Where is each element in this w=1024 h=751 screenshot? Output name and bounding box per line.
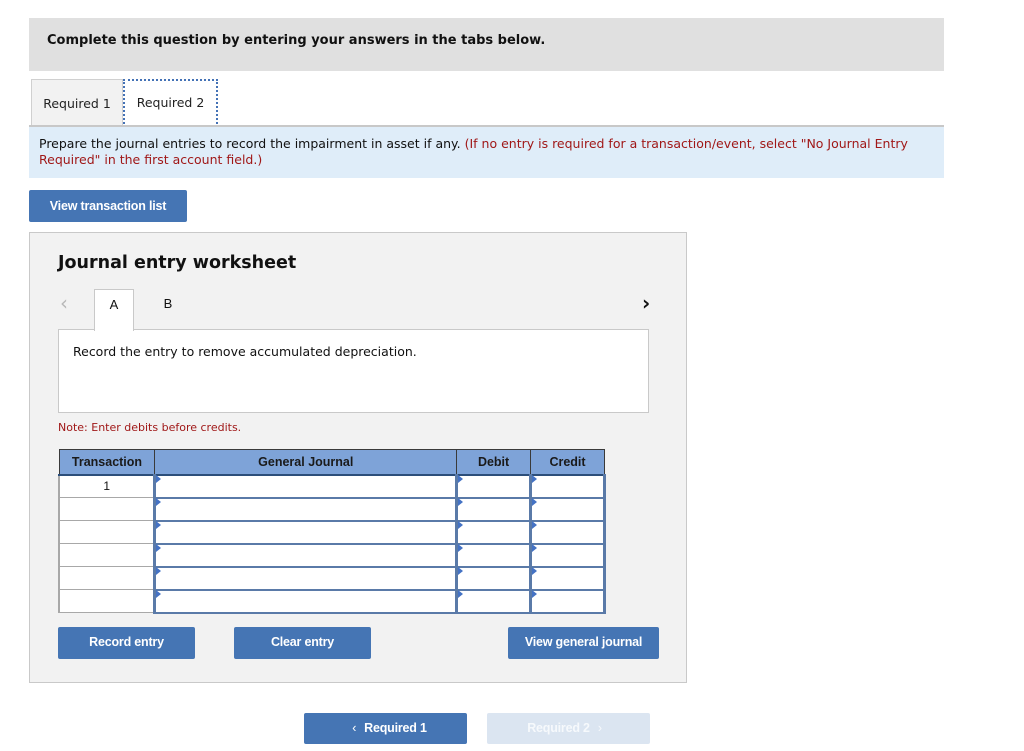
next-required-button: Required 2 › (487, 713, 650, 744)
col-header-credit: Credit (530, 449, 605, 476)
record-entry-button[interactable]: Record entry (58, 627, 195, 659)
transaction-cell (58, 497, 156, 521)
table-row (58, 519, 606, 545)
entry-description-text: Record the entry to remove accumulated d… (73, 344, 417, 359)
clear-entry-button[interactable]: Clear entry (234, 627, 371, 659)
credit-input[interactable] (529, 565, 606, 591)
journal-header-row: Transaction General Journal Debit Credit (58, 449, 605, 476)
debit-input[interactable] (455, 542, 533, 568)
transaction-cell: 1 (58, 474, 156, 498)
prev-required-label: Required 1 (364, 721, 427, 735)
col-header-general-journal: General Journal (154, 449, 458, 476)
transaction-cell (58, 566, 156, 590)
account-select[interactable] (153, 473, 459, 499)
chevron-left-icon[interactable]: ‹ (60, 291, 68, 315)
account-select[interactable] (153, 519, 459, 545)
table-row (58, 588, 606, 614)
debit-input[interactable] (455, 496, 533, 522)
credit-input[interactable] (529, 496, 606, 522)
debit-input[interactable] (455, 519, 533, 545)
debit-input[interactable] (455, 473, 533, 499)
transaction-cell (58, 520, 156, 544)
chevron-right-icon[interactable]: › (642, 291, 650, 315)
entry-tab-a[interactable]: A (94, 289, 134, 331)
credit-input[interactable] (529, 519, 606, 545)
next-required-label: Required 2 (527, 721, 590, 735)
credit-input[interactable] (529, 542, 606, 568)
prev-required-button[interactable]: ‹ Required 1 (304, 713, 467, 744)
transaction-cell (58, 589, 156, 613)
journal-table: Transaction General Journal Debit Credit… (58, 449, 606, 614)
col-header-debit: Debit (456, 449, 532, 476)
table-row (58, 496, 606, 522)
table-row (58, 542, 606, 568)
debit-input[interactable] (455, 565, 533, 591)
instructions-text: Prepare the journal entries to record th… (39, 136, 461, 151)
instructions-panel: Prepare the journal entries to record th… (29, 127, 944, 178)
entry-description: Record the entry to remove accumulated d… (58, 329, 649, 413)
view-general-journal-button[interactable]: View general journal (508, 627, 659, 659)
credit-input[interactable] (529, 473, 606, 499)
view-transaction-list-button[interactable]: View transaction list (29, 190, 187, 222)
account-select[interactable] (153, 565, 459, 591)
question-header-title: Complete this question by entering your … (47, 33, 546, 48)
tab-required-1[interactable]: Required 1 (31, 79, 123, 127)
credit-input[interactable] (529, 588, 606, 614)
table-row: 1 (58, 473, 606, 499)
tab-required-2[interactable]: Required 2 (123, 79, 218, 127)
debit-input[interactable] (455, 588, 533, 614)
worksheet-title: Journal entry worksheet (58, 253, 297, 273)
chevron-right-icon: › (597, 721, 602, 735)
journal-entry-worksheet: Journal entry worksheet ‹ A B › Record t… (29, 232, 687, 683)
col-header-transaction: Transaction (58, 449, 156, 476)
account-select[interactable] (153, 542, 459, 568)
entry-tab-b[interactable]: B (148, 289, 188, 330)
question-header: Complete this question by entering your … (29, 18, 944, 71)
account-select[interactable] (153, 496, 459, 522)
account-select[interactable] (153, 588, 459, 614)
transaction-cell (58, 543, 156, 567)
chevron-left-icon: ‹ (352, 721, 357, 735)
debits-note: Note: Enter debits before credits. (58, 421, 242, 434)
table-row (58, 565, 606, 591)
